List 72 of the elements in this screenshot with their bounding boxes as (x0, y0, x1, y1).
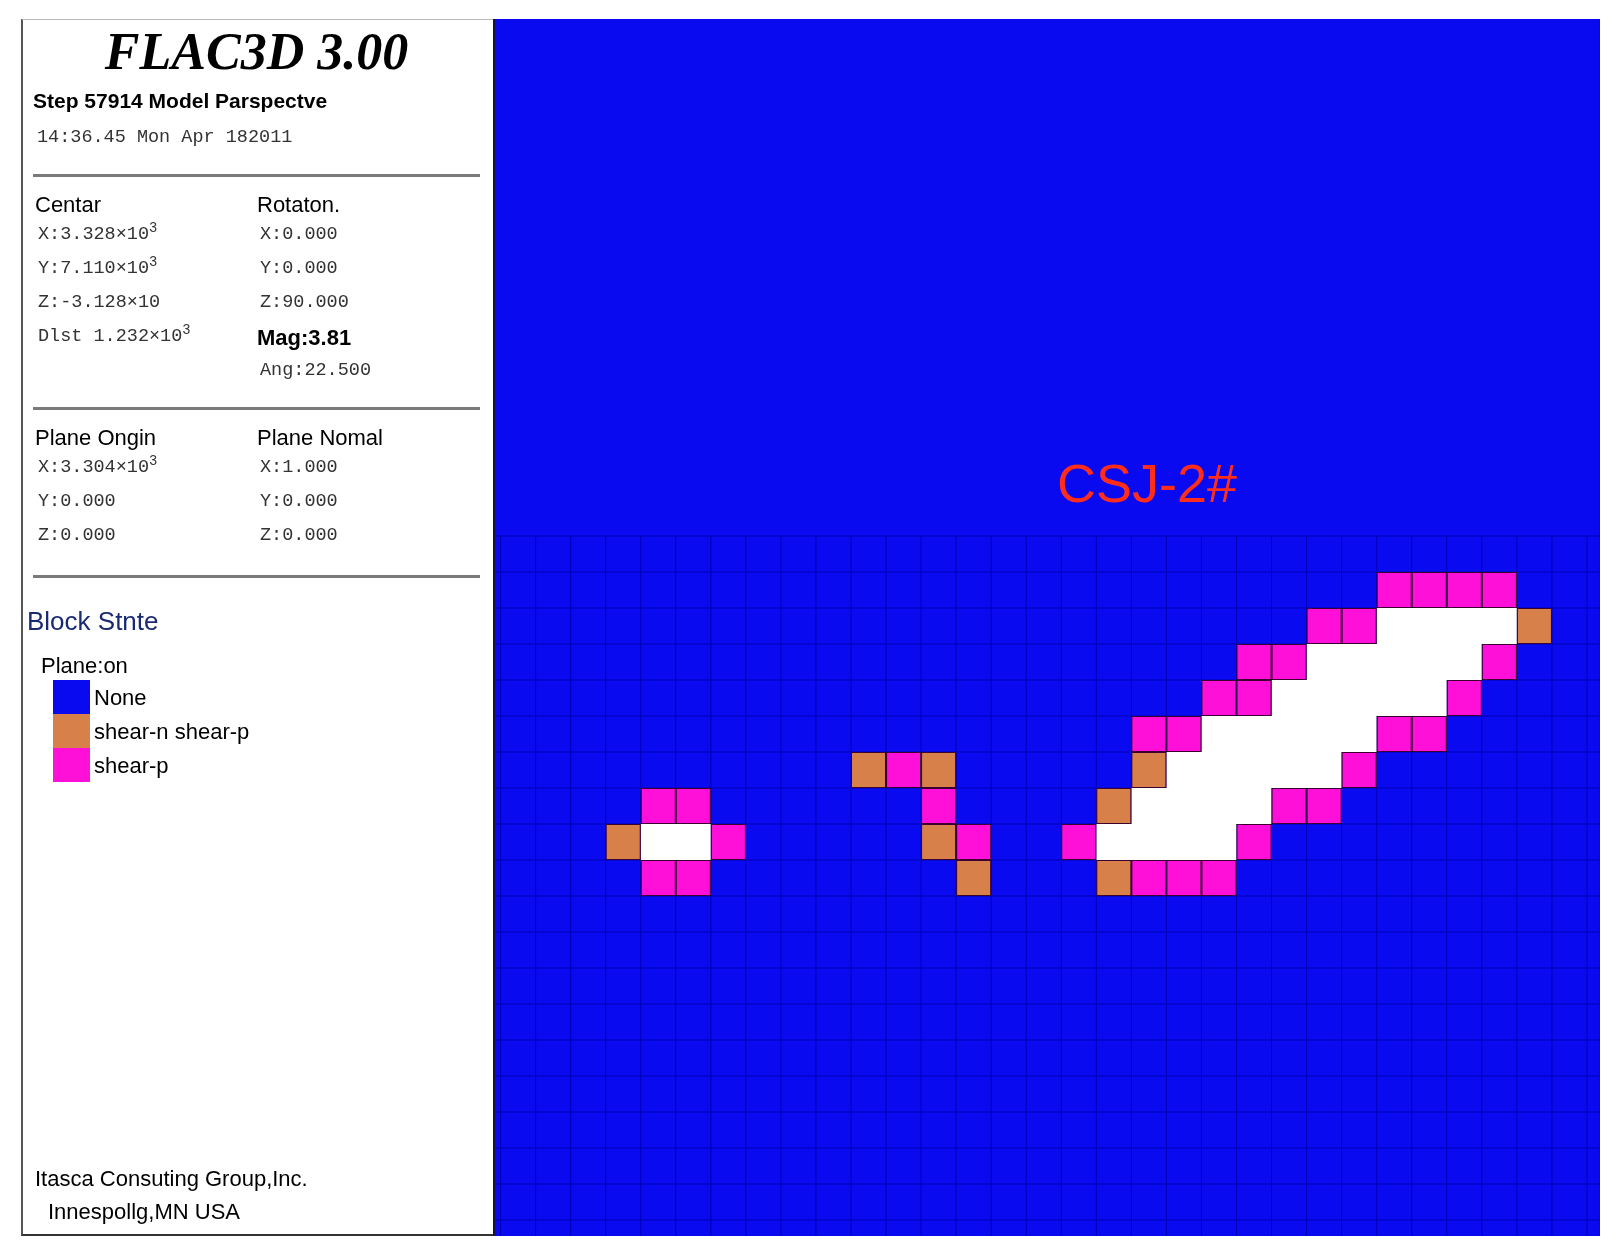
coordinate-value: X:1.000 (259, 456, 338, 481)
coordinate-value: Dlst 1.232×10$^{3}$ (37, 323, 191, 350)
zone-block (1166, 716, 1202, 752)
section-heading: Plane Nomal (257, 423, 383, 452)
zone-block (675, 860, 711, 896)
zone-block (1131, 752, 1167, 788)
zone-block (1411, 716, 1447, 752)
coordinate-value: Y:0.000 (259, 257, 338, 282)
legend-label: shear-p (94, 751, 169, 780)
legend-title: Block Stnte (27, 604, 159, 638)
legend-label: shear-n shear-p (94, 717, 250, 746)
zone-block (1131, 860, 1167, 896)
legend-subtitle: Plane:on (41, 652, 128, 680)
timestamp: 14:36.45 Mon Apr 182011 (37, 127, 293, 148)
zone-block (605, 824, 641, 860)
zone-block (1341, 608, 1377, 644)
zone-block (1516, 608, 1552, 644)
zone-block (851, 752, 887, 788)
section-heading: Plane Ongin (35, 423, 157, 452)
coordinate-value: X:0.000 (259, 223, 338, 248)
zone-block (1376, 716, 1412, 752)
coordinate-value: X:3.304×10$^{3}$ (37, 454, 158, 481)
magnification-value: Mag:3.81 (257, 323, 352, 352)
zone-block (1201, 860, 1237, 896)
zone-block (1096, 860, 1132, 896)
zone-block (1131, 716, 1167, 752)
zone-block (1236, 644, 1272, 680)
legend-label: None (94, 683, 147, 712)
zone-block (1271, 788, 1307, 824)
coordinate-value: X:3.328×10$^{3}$ (37, 221, 158, 248)
zone-block (1306, 608, 1342, 644)
zone-block (1481, 644, 1517, 680)
coordinate-value: Y:0.000 (259, 490, 338, 515)
zone-block (1481, 572, 1517, 608)
zone-block (1411, 572, 1447, 608)
app-title: FLAC3D 3.00 (104, 26, 409, 78)
coordinate-value: Y:0.000 (37, 490, 116, 515)
zone-block (921, 752, 957, 788)
zone-block (675, 788, 711, 824)
zone-block (640, 788, 676, 824)
footer-text: Innespollg,MN USA (48, 1198, 240, 1226)
coordinate-value: Z:0.000 (259, 524, 338, 549)
void-region (640, 824, 711, 860)
zone-block (1201, 680, 1237, 716)
coordinate-value: Z:-3.128×10 (37, 291, 161, 316)
zone-block (921, 788, 957, 824)
model-label: CSJ-2# (1057, 456, 1238, 510)
zone-block (1166, 860, 1202, 896)
zone-block (886, 752, 922, 788)
section-heading: Centar (35, 190, 102, 219)
zone-block (1376, 572, 1412, 608)
zone-block (1341, 752, 1377, 788)
zone-block (956, 860, 992, 896)
zone-block (710, 824, 746, 860)
zone-block (640, 860, 676, 896)
zone-block (1236, 680, 1272, 716)
zone-block (1096, 788, 1132, 824)
zone-block (1236, 824, 1272, 860)
step-caption: Step 57914 Model Parspectve (33, 89, 328, 112)
zone-block (1306, 788, 1342, 824)
zone-block (1446, 680, 1482, 716)
section-heading: Rotaton. (257, 190, 341, 219)
footer-text: Itasca Consuting Group,Inc. (35, 1165, 308, 1193)
zone-block (956, 824, 992, 860)
coordinate-value: Z:90.000 (259, 291, 349, 316)
zone-block (1446, 572, 1482, 608)
zone-block (1271, 644, 1307, 680)
coordinate-value: Y:7.110×10$^{3}$ (37, 255, 158, 282)
coordinate-value: Ang:22.500 (259, 359, 372, 384)
zone-block (921, 824, 957, 860)
zone-block (1061, 824, 1097, 860)
coordinate-value: Z:0.000 (37, 524, 116, 549)
